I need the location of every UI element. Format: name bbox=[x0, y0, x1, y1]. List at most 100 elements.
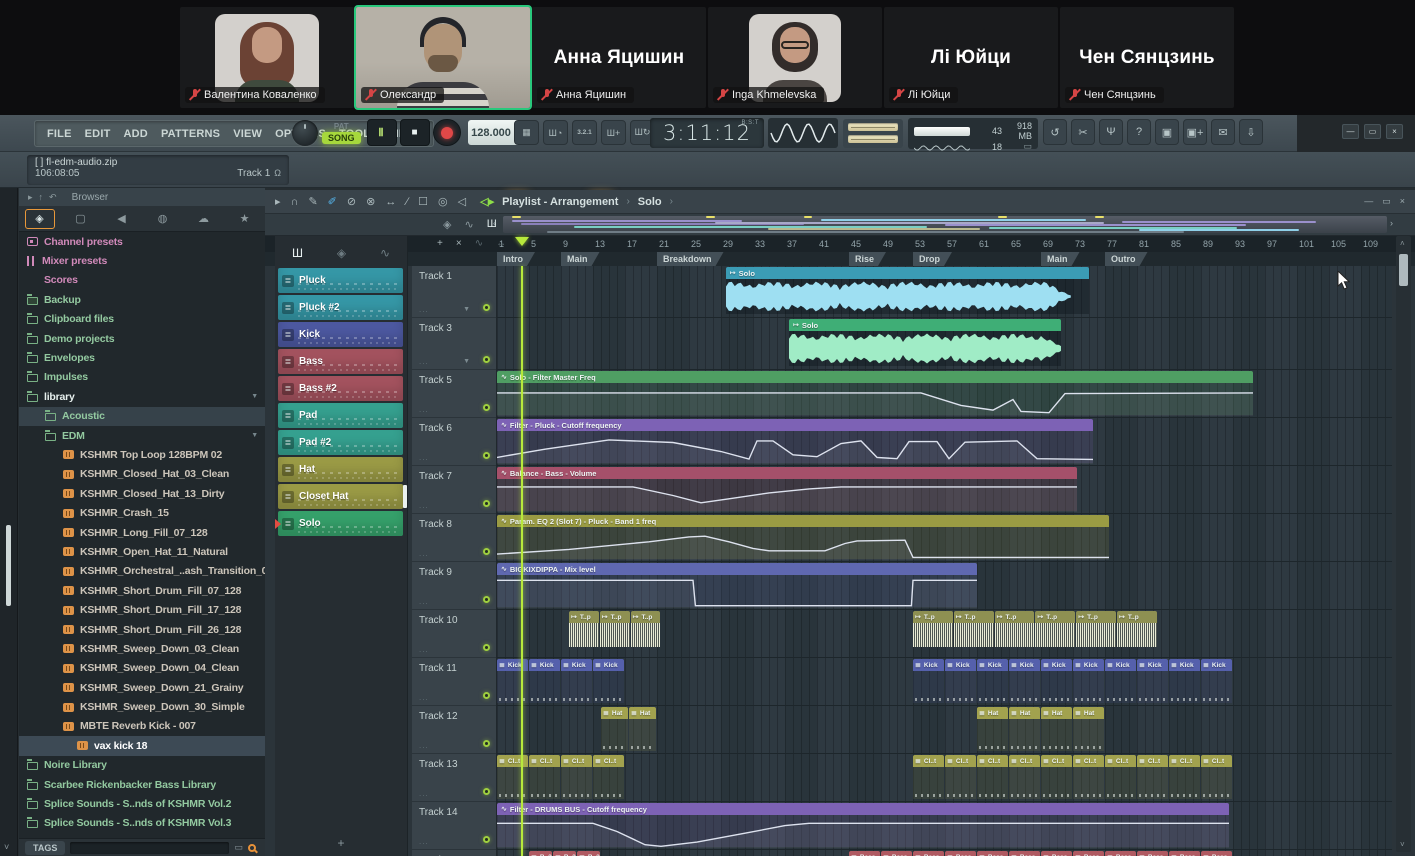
search-icon[interactable] bbox=[248, 844, 256, 852]
track-name-row[interactable]: Track 14... bbox=[412, 802, 496, 850]
chat-button[interactable]: ✉ bbox=[1211, 119, 1235, 145]
browser-item[interactable]: Demo projects bbox=[19, 329, 265, 348]
menu-item-file[interactable]: FILE bbox=[47, 128, 72, 140]
save-button[interactable]: ▣ bbox=[1155, 119, 1179, 145]
browser-item[interactable]: KSHMR_Short_Drum_Fill_17_128 bbox=[19, 600, 265, 619]
loop-clip[interactable]: ↦T..p bbox=[631, 611, 661, 649]
oscilloscope[interactable] bbox=[768, 118, 838, 148]
pattern-item[interactable]: ≣Bass #2 bbox=[278, 376, 403, 401]
automation-clip[interactable]: ∿Filter - DRUMS BUS - Cutoff frequency bbox=[497, 803, 1229, 849]
song-label[interactable]: SONG bbox=[322, 132, 361, 144]
track-lane[interactable]: ∿Balance - Bass - Volume bbox=[497, 466, 1392, 514]
browser-item[interactable]: library▼ bbox=[19, 387, 265, 406]
pattern-clip[interactable]: ≣Bass bbox=[881, 851, 912, 856]
section-marker[interactable]: Breakdown bbox=[657, 252, 724, 266]
track-lane[interactable]: ∿Param. EQ 2 (Slot 7) - Pluck - Band 1 f… bbox=[497, 514, 1392, 562]
pattern-clip[interactable]: ≣Cl..t bbox=[1137, 755, 1168, 801]
plugins-tab[interactable]: ◀ bbox=[107, 209, 137, 229]
playhead-marker[interactable] bbox=[515, 237, 529, 246]
track-mute-led[interactable] bbox=[483, 356, 490, 363]
playlist-maximize-button[interactable]: ▭ bbox=[1382, 196, 1391, 207]
section-marker[interactable]: Intro bbox=[497, 252, 535, 266]
participant-tile[interactable]: Чен СянцзиньЧен Сянцзинь bbox=[1060, 7, 1234, 108]
track-collapse-icon[interactable]: ▼ bbox=[463, 306, 470, 313]
pattern-clip[interactable]: ≣Cl..t bbox=[593, 755, 624, 801]
track-name-row[interactable]: Track 6... bbox=[412, 418, 496, 466]
automation-tab[interactable]: ∿ bbox=[380, 246, 390, 260]
pattern-clip[interactable]: ≣Kick bbox=[977, 659, 1008, 705]
pattern-clip[interactable]: ≣Cl..t bbox=[945, 755, 976, 801]
pattern-clip[interactable]: ≣Hat bbox=[1009, 707, 1040, 753]
track-lane[interactable]: ∿BIGKIXDIPPA - Mix level bbox=[497, 562, 1392, 610]
pattern-clip[interactable]: ≣Kick bbox=[1201, 659, 1232, 705]
cut-button[interactable]: ✂ bbox=[1071, 119, 1095, 145]
pattern-clip[interactable]: ≣Kick bbox=[1041, 659, 1072, 705]
pattern-clip[interactable]: ≣Cl..t bbox=[497, 755, 528, 801]
pattern-clip[interactable]: ≣Bass bbox=[1169, 851, 1200, 856]
pattern-clip[interactable]: ≣Cl..t bbox=[1073, 755, 1104, 801]
track-lane[interactable]: ∿Filter - Pluck - Cutoff frequency bbox=[497, 418, 1392, 466]
section-marker[interactable]: Drop bbox=[913, 252, 952, 266]
browser-item[interactable]: Acoustic bbox=[19, 407, 265, 426]
delete-tool[interactable]: ⊘ bbox=[347, 195, 356, 208]
loop-clip[interactable]: ↦T..p bbox=[600, 611, 630, 649]
menu-item-patterns[interactable]: PATTERNS bbox=[161, 128, 220, 140]
pattern-clip[interactable]: ≣Cl..t bbox=[913, 755, 944, 801]
play-pause-button[interactable]: Ⅱ bbox=[367, 119, 397, 146]
pattern-clip[interactable]: ≣B..2 bbox=[577, 851, 600, 856]
track-options[interactable]: ... bbox=[419, 357, 429, 366]
track-lane[interactable]: ∿Solo - Filter Master Freq bbox=[497, 370, 1392, 418]
pattern-clip[interactable]: ≣Kick bbox=[1073, 659, 1104, 705]
track-name-row[interactable]: Track 1...▼ bbox=[412, 266, 496, 318]
mic-button[interactable]: Ψ bbox=[1099, 119, 1123, 145]
browser-item[interactable]: KSHMR_Open_Hat_11_Natural bbox=[19, 542, 265, 561]
help-button[interactable]: ? bbox=[1127, 119, 1151, 145]
master-pitch-slider[interactable] bbox=[848, 135, 898, 143]
pattern-clip[interactable]: ≣Bass bbox=[977, 851, 1008, 856]
pattern-clip[interactable]: ≣Hat bbox=[1041, 707, 1072, 753]
track-mute-led[interactable] bbox=[483, 836, 490, 843]
pattern-item[interactable]: ≣Closet Hat bbox=[278, 484, 403, 509]
track-mute-led[interactable] bbox=[483, 404, 490, 411]
files-tab[interactable]: ▢ bbox=[66, 209, 96, 229]
paint-tool[interactable]: ✐ bbox=[328, 195, 337, 208]
pattern-clip[interactable]: ≣Bass bbox=[1041, 851, 1072, 856]
download-button[interactable]: ⇩ bbox=[1239, 119, 1263, 145]
browser-item[interactable]: Clipboard files bbox=[19, 310, 265, 329]
browser-scrollbar-thumb[interactable] bbox=[6, 525, 11, 606]
pattern-clip[interactable]: ≣Hat bbox=[601, 707, 628, 753]
pattern-item[interactable]: ≣Kick bbox=[278, 322, 403, 347]
cut-track-button[interactable]: ∿ bbox=[475, 238, 483, 249]
zoom-tool[interactable]: ◎ bbox=[438, 195, 448, 208]
track-options[interactable]: ... bbox=[419, 645, 429, 654]
track-options[interactable]: ... bbox=[419, 693, 429, 702]
pattern-clip[interactable]: ≣Bass bbox=[849, 851, 880, 856]
track-mute-led[interactable] bbox=[483, 548, 490, 555]
pattern-clip[interactable]: ≣Bass bbox=[1201, 851, 1232, 856]
audio-clip[interactable]: ↦Solo bbox=[726, 267, 1089, 316]
track-lane[interactable]: ↦Solo bbox=[497, 318, 1392, 370]
pattern-clip[interactable]: ≣Bass bbox=[1009, 851, 1040, 856]
browser-item[interactable]: KSHMR_Long_Fill_07_128 bbox=[19, 523, 265, 542]
participant-tile[interactable]: Валентина Коваленко bbox=[180, 7, 354, 108]
pattern-clip[interactable]: ≣Kick bbox=[593, 659, 624, 705]
track-name-row[interactable]: Track 15... bbox=[412, 850, 496, 856]
back-icon[interactable]: ↶ bbox=[49, 192, 57, 202]
pattern-clip[interactable]: ≣Kick bbox=[1105, 659, 1136, 705]
browser-item[interactable]: Backup bbox=[19, 290, 265, 309]
mute-tool[interactable]: ⊗ bbox=[366, 195, 375, 208]
playlist-vscrollbar-thumb[interactable] bbox=[1399, 254, 1408, 286]
pattern-clip[interactable]: ≣Hat bbox=[1073, 707, 1104, 753]
scroll-down-icon[interactable]: ˅ bbox=[4, 842, 9, 852]
pattern-clip[interactable]: ≣Kick bbox=[1009, 659, 1040, 705]
delete-track-button[interactable]: × bbox=[456, 238, 462, 249]
track-options[interactable]: ... bbox=[419, 549, 429, 558]
audio-tab[interactable]: ◈ bbox=[337, 246, 346, 260]
loop-clip[interactable]: ↦T..p bbox=[995, 611, 1035, 649]
browser-item[interactable]: KSHMR_Orchestral_..ash_Transition_02 bbox=[19, 562, 265, 581]
browser-item[interactable]: Noire Library bbox=[19, 756, 265, 775]
playlist-grid[interactable]: ↦Solo↦Solo∿Solo - Filter Master Freq∿Fil… bbox=[497, 266, 1392, 856]
browser-item[interactable]: KSHMR_Sweep_Down_30_Simple bbox=[19, 697, 265, 716]
pattern-item[interactable]: ≣Pad #2 bbox=[278, 430, 403, 455]
track-mute-led[interactable] bbox=[483, 304, 490, 311]
